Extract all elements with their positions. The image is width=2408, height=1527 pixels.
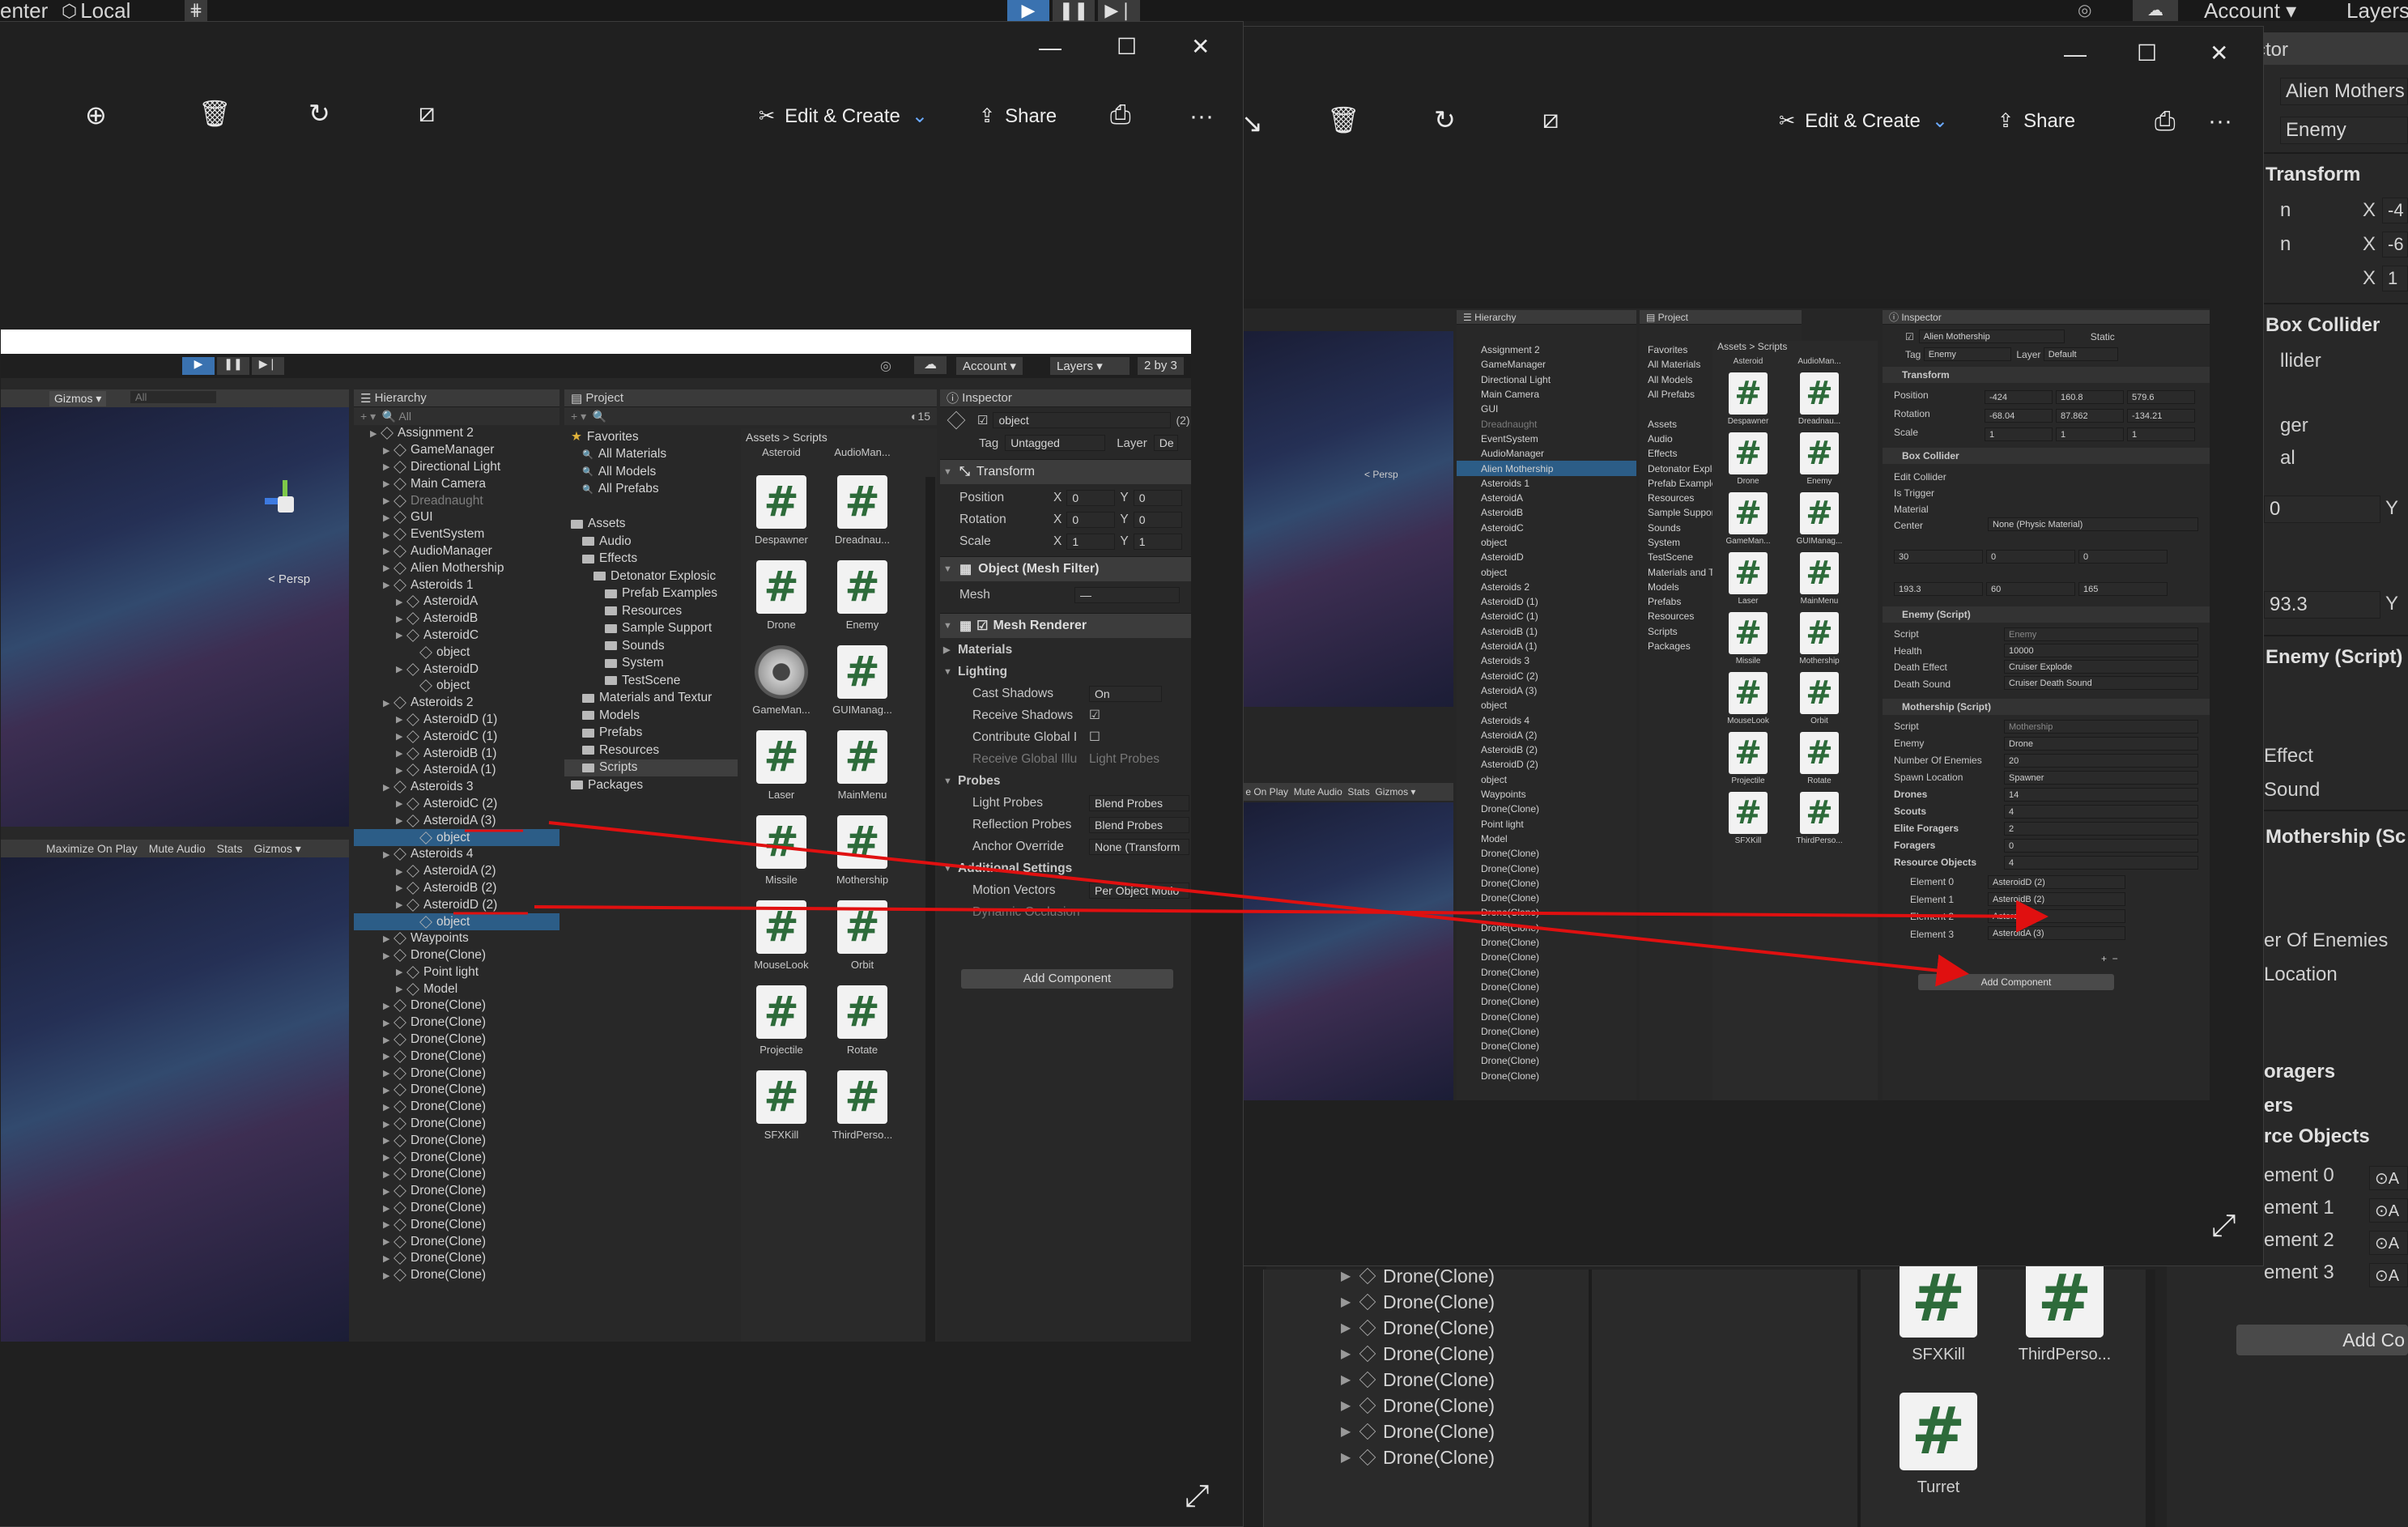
arrow-asteroidd2-to-element0 — [534, 900, 2049, 933]
annotation-arrows — [453, 821, 2049, 987]
arrow-asteroida3-to-element3 — [548, 821, 1969, 987]
